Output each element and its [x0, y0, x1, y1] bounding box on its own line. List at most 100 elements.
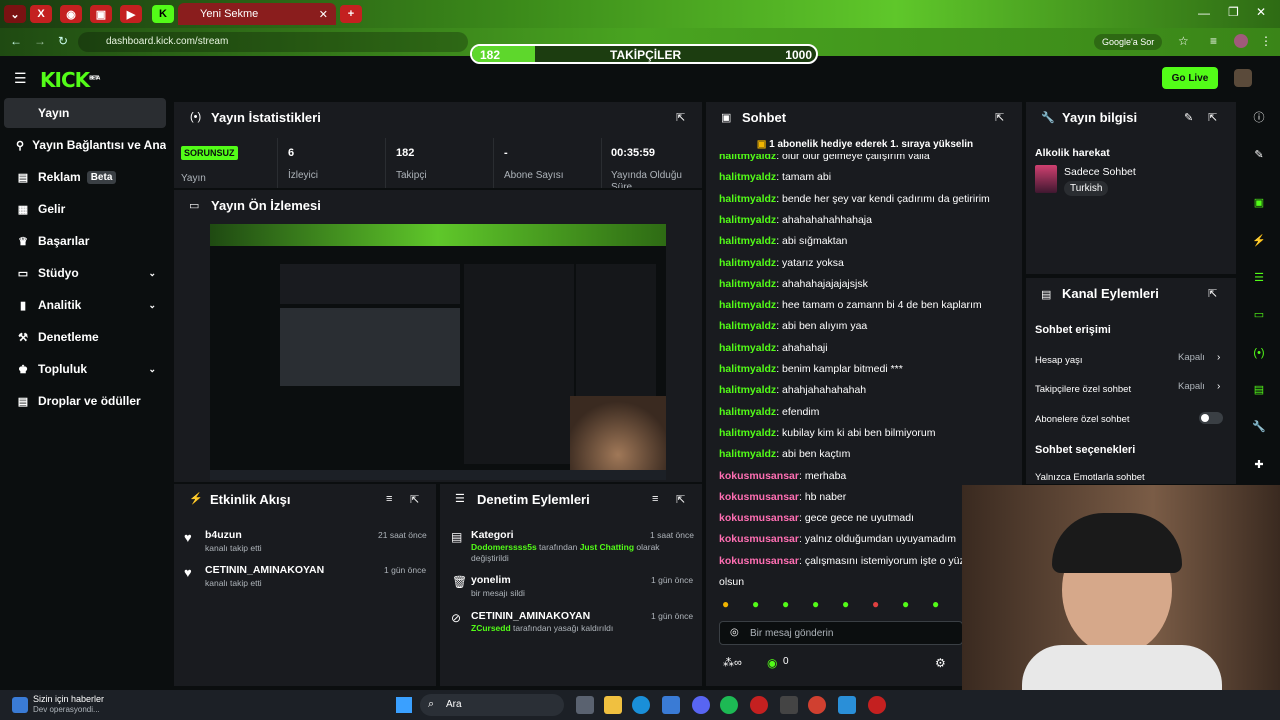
minimize-icon[interactable]: — — [1198, 6, 1210, 20]
chat-username[interactable]: halitmyaldz — [719, 363, 776, 375]
sidebar-item-stream-link[interactable]: ⚲ Yayın Bağlantısı ve Anahtarı — [4, 130, 166, 160]
popout-icon[interactable]: ⇱ — [995, 111, 1004, 124]
chat-input[interactable]: ◎ Bir mesaj gönderin — [719, 621, 963, 645]
sidebar-item-droplar[interactable]: ▤ Droplar ve ödüller — [4, 386, 166, 416]
close-window-icon[interactable]: ✕ — [1256, 5, 1266, 19]
spotify-icon[interactable] — [720, 696, 738, 714]
chrome-icon[interactable] — [808, 696, 826, 714]
x-tab-icon[interactable]: X — [30, 5, 52, 23]
sidebar-item-analitik[interactable]: ▮ Analitik ⌄ — [4, 290, 166, 320]
sidebar-item-denetleme[interactable]: ⚒ Denetleme — [4, 322, 166, 352]
chat-rail-icon[interactable]: ▭ — [1250, 306, 1268, 324]
mod-user[interactable]: ZCursedd — [471, 623, 511, 633]
chat-username[interactable]: halitmyaldz — [719, 427, 776, 439]
actions-rail-icon[interactable]: ▤ — [1250, 381, 1268, 399]
filter-icon[interactable]: ≡ — [386, 493, 392, 505]
app-icon[interactable] — [750, 696, 768, 714]
chat-username[interactable]: halitmyaldz — [719, 299, 776, 311]
bookmark-star-icon[interactable]: ☆ — [1178, 34, 1189, 48]
tab-list-button[interactable]: ⌄ — [4, 5, 26, 23]
sidebar-item-basarilar[interactable]: ♛ Başarılar — [4, 226, 166, 256]
extensions-icon[interactable]: ≡ — [1210, 34, 1217, 48]
setting-row-account-age[interactable]: Hesap yaşı Kapalı › — [1035, 352, 1225, 366]
chat-username[interactable]: halitmyaldz — [719, 342, 776, 354]
chat-username[interactable]: kokusmusansar — [719, 533, 799, 545]
new-tab-button[interactable]: + — [340, 5, 362, 23]
sidebar-item-studyo[interactable]: ▭ Stüdyo ⌄ — [4, 258, 166, 288]
chat-username[interactable]: halitmyaldz — [719, 448, 776, 460]
tab-icon-3[interactable]: ▣ — [90, 5, 112, 23]
chat-username[interactable]: kokusmusansar — [719, 512, 799, 524]
reload-icon[interactable]: ↻ — [58, 34, 68, 48]
user-avatar[interactable] — [1234, 69, 1252, 87]
chat-username[interactable]: halitmyaldz — [719, 235, 776, 247]
task-view-icon[interactable] — [576, 696, 594, 714]
edit-icon[interactable]: ✎ — [1184, 111, 1193, 124]
chat-username[interactable]: kokusmusansar — [719, 555, 799, 567]
chat-username[interactable]: halitmyaldz — [719, 257, 776, 269]
gift-banner[interactable]: ▣ 1 abonelik hediye ederek 1. sıraya yük… — [712, 136, 1018, 154]
news-widget-icon[interactable] — [12, 697, 28, 713]
close-tab-icon[interactable]: ✕ — [319, 8, 328, 21]
popout-icon[interactable]: ⇱ — [676, 111, 685, 124]
obs-icon[interactable] — [780, 696, 798, 714]
wrench-rail-icon[interactable]: 🔧 — [1250, 418, 1268, 436]
sidebar-item-yayin[interactable]: Yayın — [4, 98, 166, 128]
lightning-rail-icon[interactable]: ⚡ — [1250, 232, 1268, 250]
gear-icon[interactable]: ⚙ — [935, 656, 946, 670]
video-icon[interactable]: ▣ — [1250, 194, 1268, 212]
pen-icon[interactable]: ✎ — [1250, 146, 1268, 164]
sidebar-item-gelir[interactable]: ▦ Gelir — [4, 194, 166, 224]
url-input[interactable]: dashboard.kick.com/stream — [78, 32, 468, 52]
stream-preview-video[interactable] — [210, 224, 666, 480]
app3-icon[interactable] — [868, 696, 886, 714]
popout-icon[interactable]: ⇱ — [410, 493, 419, 506]
profile-avatar[interactable] — [1234, 34, 1248, 48]
chat-username[interactable]: halitmyaldz — [719, 320, 776, 332]
popout-icon[interactable]: ⇱ — [676, 493, 685, 506]
discord-icon[interactable] — [692, 696, 710, 714]
taskbar-search[interactable]: ⌕ Ara — [420, 694, 564, 716]
sidebar-item-topluluk[interactable]: ♚ Topluluk ⌄ — [4, 354, 166, 384]
menu-icon[interactable]: ⋮ — [1260, 34, 1272, 48]
chat-emoji-icon[interactable]: ◎ — [730, 627, 739, 638]
chat-username[interactable]: halitmyaldz — [719, 214, 776, 226]
setting-row-follower-chat[interactable]: Takipçilere özel sohbet Kapalı › — [1035, 381, 1225, 395]
chat-username[interactable]: kokusmusansar — [719, 491, 799, 503]
tab-icon-2[interactable]: ◉ — [60, 5, 82, 23]
app2-icon[interactable] — [838, 696, 856, 714]
hamburger-menu-icon[interactable]: ☰ — [14, 70, 27, 87]
popout-icon[interactable]: ⇱ — [1208, 111, 1217, 124]
chat-username[interactable]: halitmyaldz — [719, 154, 776, 162]
back-icon[interactable]: ← — [10, 34, 22, 48]
emote-icon[interactable]: ● — [722, 597, 729, 611]
chat-username[interactable]: halitmyaldz — [719, 171, 776, 183]
chat-username[interactable]: kokusmusansar — [719, 470, 799, 482]
chat-username[interactable]: halitmyaldz — [719, 384, 776, 396]
tab-new-tab[interactable]: Yeni Sekme ✕ — [178, 3, 336, 25]
sidebar-item-reklam[interactable]: ▤ Reklam Beta — [4, 162, 166, 192]
list-rail-icon[interactable]: ☰ — [1250, 269, 1268, 287]
popout-icon[interactable]: ⇱ — [1208, 287, 1217, 300]
go-live-button[interactable]: Go Live — [1162, 67, 1218, 89]
edge-icon[interactable] — [632, 696, 650, 714]
kick-tab-icon[interactable]: K — [152, 5, 174, 23]
emote-icon[interactable]: ● — [752, 597, 759, 611]
kick-logo[interactable]: KICKBETA — [40, 68, 100, 92]
sub-chat-toggle[interactable] — [1199, 412, 1223, 424]
broadcast-rail-icon[interactable]: (•) — [1250, 344, 1268, 362]
youtube-tab-icon[interactable]: ▶ — [120, 5, 142, 23]
emote-icon[interactable]: ● — [812, 597, 819, 611]
google-lens-button[interactable]: Google'a Sor — [1094, 34, 1163, 50]
emote-icon[interactable]: ● — [872, 597, 879, 611]
emote-icon[interactable]: ● — [902, 597, 909, 611]
emote-icon[interactable]: ● — [782, 597, 789, 611]
forward-icon[interactable]: → — [34, 34, 46, 48]
emote-icon[interactable]: ● — [932, 597, 939, 611]
chat-username[interactable]: halitmyaldz — [719, 406, 776, 418]
maximize-icon[interactable]: ❐ — [1228, 5, 1239, 19]
file-explorer-icon[interactable] — [604, 696, 622, 714]
infinity-icon[interactable]: ⁂∞ — [723, 656, 742, 669]
store-icon[interactable] — [662, 696, 680, 714]
emote-icon[interactable]: ● — [842, 597, 849, 611]
